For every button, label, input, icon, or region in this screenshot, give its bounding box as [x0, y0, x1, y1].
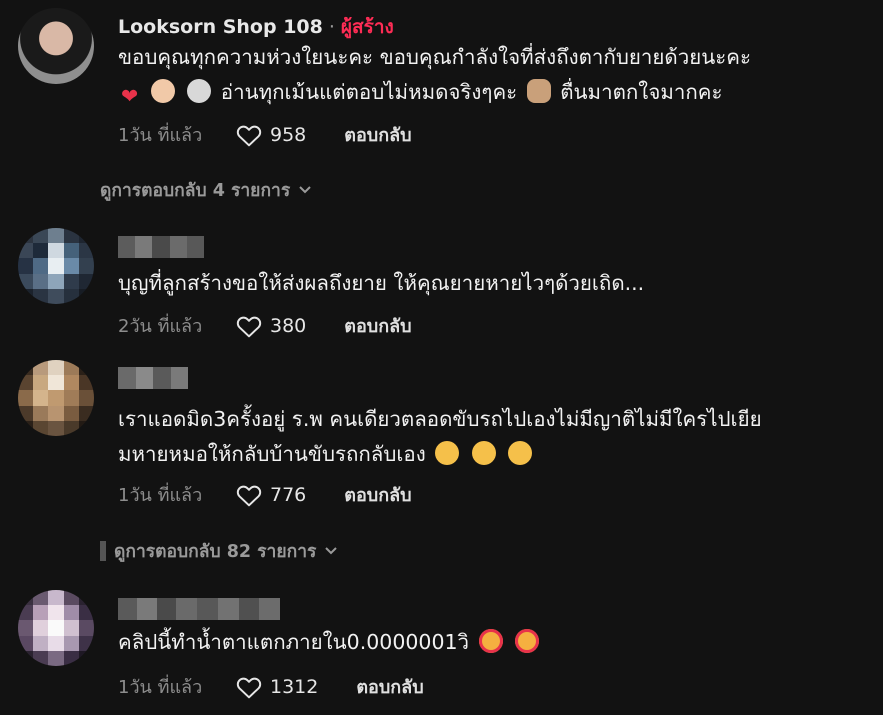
view-replies-button[interactable]: ดูการตอบกลับ 4 รายการ: [100, 176, 312, 204]
reply-button[interactable]: ตอบกลับ: [344, 480, 411, 509]
comment-text: เราแอดมิด3ครั้งอยู่ ร.พ คนเดียวตลอดขับรถ…: [118, 402, 863, 472]
person-bowing-emoji: [526, 79, 551, 103]
like-button[interactable]: 1312: [236, 675, 318, 699]
flushed-face-emoji: [508, 441, 533, 465]
heart-outline-icon[interactable]: [236, 123, 262, 147]
comment-text: บุญที่ลูกสร้างขอให้ส่งผลถึงยาย ให้คุณยาย…: [118, 271, 645, 295]
like-count: 776: [270, 483, 307, 506]
reply-button[interactable]: ตอบกลับ: [356, 672, 423, 701]
reply-button[interactable]: ตอบกลับ: [344, 120, 411, 149]
comment-meta: 2วัน ที่แล้ว 380 ตอบกลับ: [118, 311, 412, 340]
heart-outline-icon[interactable]: [236, 314, 262, 338]
avatar[interactable]: [18, 8, 94, 84]
flushed-face-emoji: [471, 441, 496, 465]
heart-outline-icon[interactable]: [236, 483, 262, 507]
comment-text-line: มหายหมอให้กลับบ้านขับรถกลับเอง: [118, 437, 863, 472]
timestamp: 2วัน ที่แล้ว: [118, 316, 203, 337]
comment-meta: 1วัน ที่แล้ว 776 ตอบกลับ: [118, 480, 412, 509]
smiling-hearts-emoji: [478, 629, 503, 653]
like-button[interactable]: 776: [236, 483, 306, 507]
heart-outline-icon[interactable]: [236, 675, 262, 699]
comment-text-line: ขอบคุณทุกความห่วงใยนะคะ ขอบคุณกำลังใจที่…: [118, 45, 751, 69]
reply-button[interactable]: ตอบกลับ: [344, 311, 411, 340]
like-count: 958: [270, 123, 307, 146]
comment-text: คลิปนี้ทำน้ำตาแตกภายใน0.0000001วิ: [118, 625, 863, 660]
timestamp: 1วัน ที่แล้ว: [118, 485, 203, 506]
heart-emoji: ❤: [121, 84, 139, 108]
comment-text-part: มหายหมอให้กลับบ้านขับรถกลับเอง: [118, 442, 426, 466]
face-emoji: [150, 79, 175, 103]
comment-text-line: ❤ อ่านทุกเม้นแต่ตอบไม่หมดจริงๆคะ ตื่นมาต…: [118, 75, 863, 114]
username-blurred[interactable]: [118, 236, 204, 258]
view-replies-label: ดูการตอบกลับ 82 รายการ: [114, 542, 317, 562]
timestamp: 1วัน ที่แล้ว: [118, 677, 203, 698]
comment-text-part: ตื่นมาตกใจมากคะ: [560, 80, 723, 104]
face-emoji: [187, 79, 212, 103]
comment-meta: 1วัน ที่แล้ว 958 ตอบกลับ: [118, 120, 412, 149]
comment-meta: 1วัน ที่แล้ว 1312 ตอบกลับ: [118, 672, 424, 701]
comment-text-part: อ่านทุกเม้นแต่ตอบไม่หมดจริงๆคะ: [220, 80, 518, 104]
view-replies-button[interactable]: ดูการตอบกลับ 82 รายการ: [100, 537, 338, 565]
avatar[interactable]: [18, 590, 94, 666]
comment-header: Looksorn Shop 108 · ผู้สร้าง: [118, 12, 394, 42]
smiling-hearts-emoji: [515, 629, 540, 653]
blur-fragment: [100, 541, 106, 561]
comment-text-line: เราแอดมิด3ครั้งอยู่ ร.พ คนเดียวตลอดขับรถ…: [118, 407, 762, 431]
timestamp: 1วัน ที่แล้ว: [118, 125, 203, 146]
view-replies-label: ดูการตอบกลับ 4 รายการ: [100, 181, 291, 201]
comment-text: ขอบคุณทุกความห่วงใยนะคะ ขอบคุณกำลังใจที่…: [118, 40, 863, 114]
username-blurred[interactable]: [118, 367, 188, 389]
comment-text-part: คลิปนี้ทำน้ำตาแตกภายใน0.0000001วิ: [118, 630, 470, 654]
username[interactable]: Looksorn Shop 108: [118, 16, 323, 38]
avatar[interactable]: [18, 228, 94, 304]
like-count: 1312: [270, 675, 319, 698]
username-blurred[interactable]: [118, 598, 280, 620]
avatar[interactable]: [18, 360, 94, 436]
flushed-face-emoji: [435, 441, 460, 465]
like-count: 380: [270, 314, 307, 337]
chevron-down-icon: [325, 547, 338, 555]
like-button[interactable]: 958: [236, 123, 306, 147]
chevron-down-icon: [299, 186, 311, 194]
like-button[interactable]: 380: [236, 314, 306, 338]
separator-dot: ·: [328, 16, 335, 38]
creator-badge: ผู้สร้าง: [340, 16, 394, 38]
